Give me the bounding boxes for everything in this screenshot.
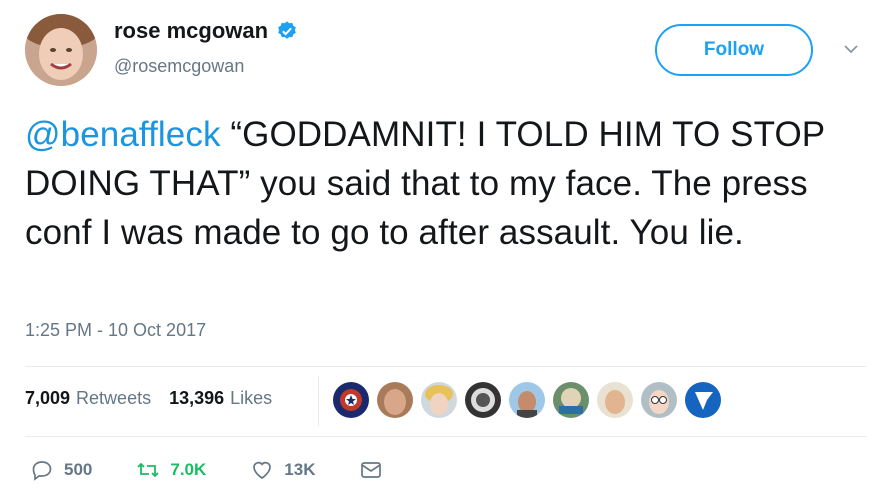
liker-avatar[interactable] xyxy=(465,382,501,418)
reply-count: 500 xyxy=(64,460,93,479)
reply-icon xyxy=(32,461,52,481)
likes-stat[interactable]: 13,396 Likes xyxy=(169,388,272,409)
retweets-count: 7,009 xyxy=(25,388,71,408)
retweet-icon xyxy=(137,462,160,478)
direct-message-button[interactable] xyxy=(359,458,383,482)
liker-avatars xyxy=(333,382,721,418)
liker-avatar[interactable] xyxy=(641,382,677,418)
liker-avatar[interactable] xyxy=(597,382,633,418)
tweet-stats: 7,009 Retweets 13,396 Likes xyxy=(25,388,290,409)
likes-label: Likes xyxy=(230,388,273,408)
retweet-button[interactable]: 7.0K xyxy=(136,458,206,482)
liker-avatar[interactable] xyxy=(421,382,457,418)
retweets-stat[interactable]: 7,009 Retweets xyxy=(25,388,151,409)
retweet-count: 7.0K xyxy=(170,460,207,479)
heart-icon xyxy=(253,461,272,480)
tweet-timestamp[interactable]: 1:25 PM - 10 Oct 2017 xyxy=(25,320,206,341)
mention-link[interactable]: @benaffleck xyxy=(25,115,221,154)
divider xyxy=(25,366,866,367)
tweet-text: @benaffleck “GODDAMNIT! I TOLD HIM TO ST… xyxy=(25,110,855,257)
author-name-row: rose mcgowan xyxy=(114,18,298,44)
author-handle[interactable]: @rosemcgowan xyxy=(114,56,244,77)
author-avatar[interactable] xyxy=(25,14,97,86)
envelope-icon xyxy=(361,462,382,478)
like-count: 13K xyxy=(284,460,316,479)
tweet-actions: 500 7.0K 13K xyxy=(30,458,427,482)
liker-avatar[interactable] xyxy=(553,382,589,418)
retweets-label: Retweets xyxy=(76,388,152,408)
chevron-down-icon[interactable] xyxy=(842,40,860,58)
reply-button[interactable]: 500 xyxy=(30,458,92,482)
like-button[interactable]: 13K xyxy=(250,458,315,482)
author-display-name[interactable]: rose mcgowan xyxy=(114,18,268,44)
stats-separator xyxy=(318,376,319,426)
liker-avatar[interactable] xyxy=(509,382,545,418)
liker-avatar[interactable] xyxy=(685,382,721,418)
liker-avatar[interactable] xyxy=(377,382,413,418)
likes-count: 13,396 xyxy=(169,388,225,408)
verified-badge-icon xyxy=(278,21,296,39)
divider xyxy=(25,436,866,437)
follow-button[interactable]: Follow xyxy=(655,24,813,76)
liker-avatar[interactable] xyxy=(333,382,369,418)
